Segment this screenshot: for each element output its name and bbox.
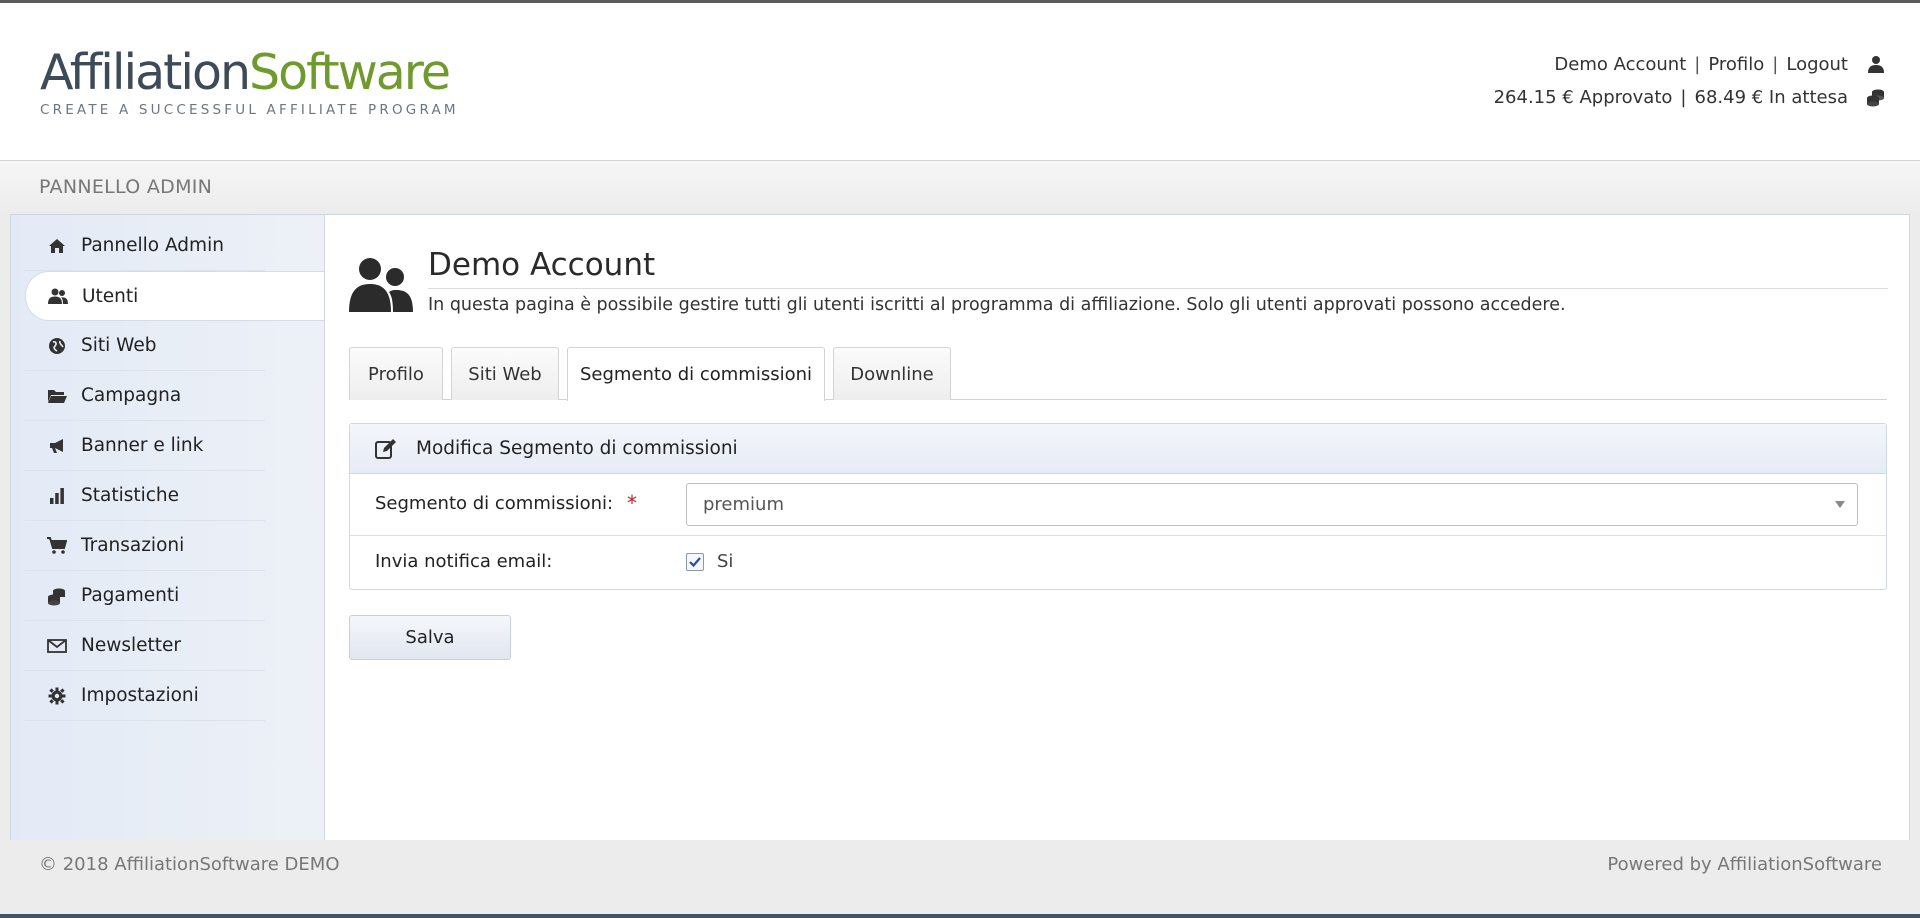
panel-header: Modifica Segmento di commissioni (350, 424, 1886, 474)
sidebar-item-pannello-admin[interactable]: Pannello Admin (25, 221, 265, 271)
logo-part-2: Software (249, 44, 451, 101)
sidebar-item-transazioni[interactable]: Transazioni (25, 521, 265, 571)
sidebar-item-impostazioni[interactable]: Impostazioni (25, 671, 265, 721)
tab-bar: Profilo Siti Web Segmento di commissioni… (349, 347, 1887, 401)
chevron-down-icon (1835, 501, 1845, 508)
sidebar-item-label: Transazioni (81, 535, 185, 556)
tab-profilo[interactable]: Profilo (349, 347, 443, 400)
coins-icon (1866, 87, 1886, 107)
tab-siti-web[interactable]: Siti Web (451, 347, 559, 400)
admin-bar: PANNELLO ADMIN (0, 160, 1920, 214)
separator: | (1772, 53, 1779, 75)
home-icon (47, 236, 67, 256)
page-title: Demo Account (428, 247, 656, 283)
user-links: Demo Account | Profilo | Logout (1554, 51, 1886, 77)
footer-copyright: © 2018 AffiliationSoftware DEMO (39, 854, 340, 875)
notify-checkbox[interactable] (686, 553, 704, 571)
required-mark: * (627, 491, 637, 515)
separator: | (1694, 53, 1701, 75)
coins-icon (47, 586, 67, 606)
balance-pending: 68.49 € In attesa (1694, 86, 1849, 108)
panel-title: Modifica Segmento di commissioni (416, 438, 738, 459)
sidebar-item-label: Pagamenti (81, 585, 180, 606)
footer: © 2018 AffiliationSoftware DEMO Powered … (0, 840, 1920, 914)
title-divider (428, 288, 1888, 289)
users-icon (349, 255, 413, 313)
footer-powered-by[interactable]: Powered by AffiliationSoftware (1607, 854, 1882, 875)
balance-approved: 264.15 € Approvato (1493, 86, 1673, 108)
admin-bar-title: PANNELLO ADMIN (39, 176, 213, 198)
check-icon (689, 557, 701, 568)
segment-select[interactable]: premium (686, 483, 1858, 526)
tab-segmento-commissioni[interactable]: Segmento di commissioni (567, 347, 825, 401)
logo-part-1: Affiliation (40, 44, 251, 101)
tab-downline[interactable]: Downline (833, 347, 951, 400)
bar-chart-icon (47, 486, 67, 506)
sidebar-item-label: Pannello Admin (81, 235, 224, 256)
sidebar-item-label: Newsletter (81, 635, 182, 656)
user-icon (1866, 54, 1886, 74)
separator: | (1680, 86, 1687, 108)
edit-icon (374, 437, 398, 461)
main-frame: Pannello Admin Utenti Siti Web Campagna … (0, 214, 1920, 840)
balance-summary: 264.15 € Approvato | 68.49 € In attesa (1494, 84, 1886, 110)
logout-link[interactable]: Logout (1786, 54, 1848, 75)
segment-label: Segmento di commissioni: (375, 493, 614, 514)
gear-icon (47, 686, 67, 706)
envelope-icon (47, 636, 67, 656)
megaphone-icon (47, 436, 67, 456)
commission-segment-panel: Modifica Segmento di commissioni Segment… (349, 423, 1887, 590)
cart-icon (47, 536, 67, 556)
bottom-border (0, 914, 1920, 918)
sidebar-item-label: Utenti (82, 285, 139, 307)
users-icon (48, 286, 68, 306)
segment-select-value: premium (703, 494, 784, 515)
save-button[interactable]: Salva (349, 615, 511, 660)
content-area: Demo Account In questa pagina è possibil… (324, 214, 1910, 840)
sidebar-item-banner-link[interactable]: Banner e link (25, 421, 265, 471)
sidebar-item-label: Statistiche (81, 485, 180, 506)
sidebar-item-label: Impostazioni (81, 685, 199, 706)
globe-icon (47, 336, 67, 356)
logo[interactable]: AffiliationSoftware CREATE A SUCCESSFUL … (40, 47, 460, 119)
sidebar-item-statistiche[interactable]: Statistiche (25, 471, 265, 521)
profile-link[interactable]: Profilo (1708, 54, 1764, 75)
notify-option-label: Si (717, 551, 734, 572)
header: AffiliationSoftware CREATE A SUCCESSFUL … (0, 3, 1920, 160)
sidebar-item-campagna[interactable]: Campagna (25, 371, 265, 421)
notify-label: Invia notifica email: (375, 551, 553, 572)
sidebar-item-label: Campagna (81, 385, 182, 406)
page-description: In questa pagina è possibile gestire tut… (428, 295, 1566, 315)
account-link[interactable]: Demo Account (1554, 54, 1686, 75)
sidebar: Pannello Admin Utenti Siti Web Campagna … (10, 214, 326, 840)
sidebar-item-label: Banner e link (81, 435, 204, 456)
sidebar-item-newsletter[interactable]: Newsletter (25, 621, 265, 671)
notify-row: Invia notifica email: Si (350, 536, 1886, 590)
sidebar-item-pagamenti[interactable]: Pagamenti (25, 571, 265, 621)
folder-icon (47, 386, 67, 406)
logo-wordmark: AffiliationSoftware (40, 47, 460, 99)
sidebar-item-utenti[interactable]: Utenti (25, 271, 326, 321)
sidebar-item-siti-web[interactable]: Siti Web (25, 321, 265, 371)
segment-row: Segmento di commissioni: * premium (350, 474, 1886, 536)
sidebar-item-label: Siti Web (81, 335, 157, 356)
logo-tagline: CREATE A SUCCESSFUL AFFILIATE PROGRAM (40, 102, 459, 118)
